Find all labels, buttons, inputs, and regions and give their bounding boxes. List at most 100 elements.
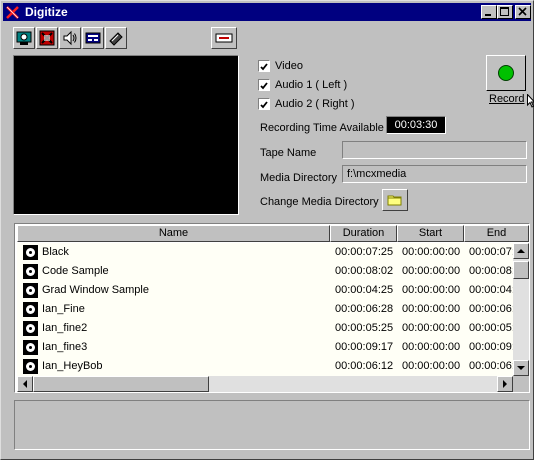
clip-name: Ian_fine3: [42, 341, 88, 353]
clip-row[interactable]: Ian_fine3 00:00:09:17 00:00:00:00 00:00:…: [17, 338, 513, 357]
status-panel: [14, 400, 530, 450]
clip-name: Ian_HeyBob: [42, 360, 103, 372]
clip-row[interactable]: Ian_Fine 00:00:06:28 00:00:00:00 00:00:0…: [17, 300, 513, 319]
clip-list: Name Duration Start End Black 00:00:07:2…: [14, 223, 530, 393]
column-header-duration[interactable]: Duration: [330, 225, 397, 242]
digitize-window: Digitize Video Audio 1 (Left) Audio 2 …: [0, 0, 534, 460]
clip-name: Code Sample: [42, 265, 109, 277]
clip-duration: 00:00:08:02: [335, 265, 394, 277]
vertical-scrollbar[interactable]: [513, 243, 529, 376]
horizontal-scroll-thumb[interactable]: [33, 376, 209, 392]
clip-end: 00:00:05:25: [469, 322, 513, 334]
record-label: Record: [489, 93, 525, 105]
title-bar[interactable]: Digitize: [3, 3, 531, 21]
tape-name-label: Tape Name: [260, 147, 317, 159]
recording-time-label: Recording Time Available: [260, 122, 384, 134]
horizontal-scrollbar[interactable]: [17, 376, 513, 392]
clip-start: 00:00:00:00: [402, 360, 461, 372]
clip-end: 00:00:04:25: [469, 284, 513, 296]
close-icon: [518, 7, 527, 16]
column-header-start[interactable]: Start: [397, 225, 464, 242]
video-preview: [13, 55, 239, 215]
checkmark-icon: [260, 82, 268, 90]
checkmark-icon: [260, 101, 268, 109]
arrow-left-icon: [23, 380, 27, 388]
clip-reel-icon: [23, 302, 38, 317]
media-directory-label: Media Directory: [260, 172, 338, 184]
deck-icon: [85, 32, 101, 44]
clip-row[interactable]: Grad Window Sample 00:00:04:25 00:00:00:…: [17, 281, 513, 300]
clip-start: 00:00:00:00: [402, 265, 461, 277]
view-toggle-button[interactable]: [211, 27, 237, 49]
deck-tool-button[interactable]: [82, 27, 104, 49]
record-indicator-icon: [498, 65, 514, 81]
audio2-checkbox[interactable]: [258, 98, 270, 110]
app-icon: [6, 6, 19, 19]
folder-icon: [387, 195, 402, 206]
vertical-scroll-thumb[interactable]: [513, 261, 529, 279]
speaker-icon: [63, 30, 77, 46]
audio1-label: Audio 1 ( Left ): [275, 79, 348, 91]
arrow-right-icon: [503, 380, 507, 388]
scroll-corner: [513, 376, 529, 392]
clip-reel-icon: [23, 283, 38, 298]
audio2-label: Audio 2 ( Right ): [275, 98, 355, 110]
clip-start: 00:00:00:00: [402, 284, 461, 296]
clip-rows: Black 00:00:07:25 00:00:00:00 00:00:07:2…: [17, 243, 513, 376]
arrow-up-icon: [517, 249, 525, 253]
column-header-name[interactable]: Name: [17, 225, 330, 242]
minimize-icon: [485, 14, 491, 16]
maximize-button[interactable]: [497, 5, 513, 19]
film-slate-icon: [39, 30, 55, 46]
recording-time-value: 00:03:30: [386, 116, 446, 134]
clip-duration: 00:00:09:17: [335, 341, 394, 353]
clip-duration: 00:00:06:12: [335, 360, 394, 372]
clip-reel-icon: [23, 359, 38, 374]
mouse-cursor-icon: [527, 94, 534, 108]
clip-duration: 00:00:07:25: [335, 246, 394, 258]
maximize-icon: [500, 7, 509, 16]
clip-end: 00:00:08:02: [469, 265, 513, 277]
clip-duration: 00:00:05:25: [335, 322, 394, 334]
video-label: Video: [275, 60, 303, 72]
window-title: Digitize: [25, 5, 68, 19]
clip-name: Ian_Fine: [42, 303, 85, 315]
clip-row[interactable]: Ian_fine2 00:00:05:25 00:00:00:00 00:00:…: [17, 319, 513, 338]
clip-row[interactable]: Ian_HeyBob 00:00:06:12 00:00:00:00 00:00…: [17, 357, 513, 376]
checkmark-icon: [260, 63, 268, 71]
clip-end: 00:00:06:12: [469, 360, 513, 372]
audio1-checkbox[interactable]: [258, 79, 270, 91]
video-checkbox[interactable]: [258, 60, 270, 72]
tape-icon: [109, 32, 123, 46]
scroll-left-button[interactable]: [17, 376, 33, 392]
clip-name: Black: [42, 246, 69, 258]
audio-tool-button[interactable]: [59, 27, 81, 49]
scroll-right-button[interactable]: [497, 376, 513, 392]
clip-name: Ian_fine2: [42, 322, 88, 334]
minimize-button[interactable]: [481, 5, 497, 19]
digitize-tool-button[interactable]: [13, 27, 35, 49]
clip-row[interactable]: Code Sample 00:00:08:02 00:00:00:00 00:0…: [17, 262, 513, 281]
scroll-up-button[interactable]: [513, 243, 529, 259]
clip-row[interactable]: Black 00:00:07:25 00:00:00:00 00:00:07:2…: [17, 243, 513, 262]
batch-tool-button[interactable]: [36, 27, 58, 49]
monitor-icon: [16, 31, 32, 45]
arrow-down-icon: [517, 366, 525, 370]
close-button[interactable]: [515, 5, 531, 19]
clip-reel-icon: [23, 245, 38, 260]
change-media-directory-label: Change Media Directory: [260, 196, 379, 208]
clip-reel-icon: [23, 264, 38, 279]
change-media-directory-button[interactable]: [382, 189, 408, 211]
clip-duration: 00:00:06:28: [335, 303, 394, 315]
clip-end: 00:00:09:17: [469, 341, 513, 353]
scroll-down-button[interactable]: [513, 360, 529, 376]
clip-reel-icon: [23, 340, 38, 355]
media-directory-field: f:\mcxmedia: [342, 165, 527, 183]
clip-start: 00:00:00:00: [402, 303, 461, 315]
column-header-end[interactable]: End: [464, 225, 529, 242]
clip-start: 00:00:00:00: [402, 246, 461, 258]
record-button[interactable]: [486, 55, 526, 91]
tape-tool-button[interactable]: [105, 27, 127, 49]
clip-name: Grad Window Sample: [42, 284, 149, 296]
clip-duration: 00:00:04:25: [335, 284, 394, 296]
